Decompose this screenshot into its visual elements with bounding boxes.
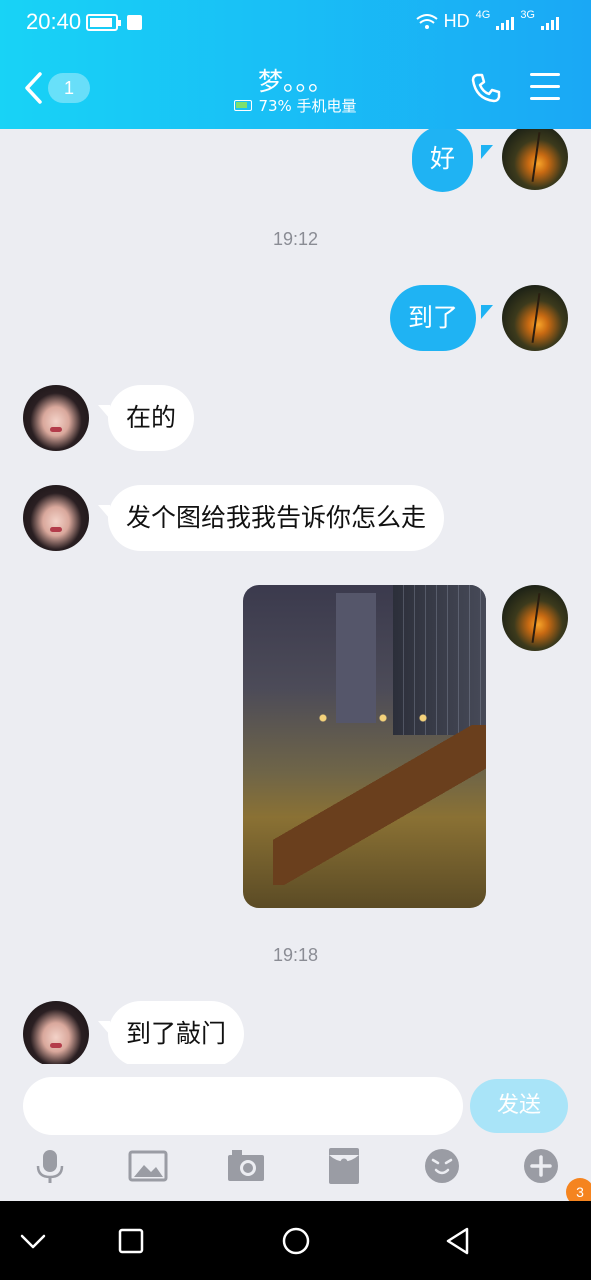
status-bar: 20:40 HD 4G 3G — [0, 0, 591, 44]
back-triangle-icon[interactable] — [442, 1225, 474, 1257]
message-text: 到了敲门 — [126, 1019, 227, 1048]
bubble-tail — [481, 145, 493, 159]
message-bubble-other[interactable]: 到了敲门 — [108, 1001, 245, 1064]
phone-battery-icon — [234, 100, 253, 111]
emoji-icon[interactable] — [422, 1146, 462, 1186]
status-indicators: HD 4G 3G — [416, 8, 559, 32]
message-bubble-self[interactable]: 到了 — [390, 285, 477, 351]
message-text: 好 — [430, 144, 456, 173]
timestamp: 19:18 — [272, 945, 319, 965]
message-bubble-self[interactable]: 好 — [412, 129, 474, 192]
contact-name[interactable]: 梦。。。 — [0, 62, 591, 98]
plus-icon[interactable] — [521, 1146, 561, 1186]
message-bubble-other[interactable]: 在的 — [108, 385, 195, 451]
signal-4g-icon — [496, 14, 515, 30]
signal-3g-icon — [541, 14, 559, 30]
battery-status-text: 73% 手机电量 — [258, 97, 357, 115]
message-input[interactable] — [23, 1077, 463, 1135]
input-bar: 发送 — [0, 1064, 591, 1201]
input-toolbar — [0, 1146, 591, 1190]
net-3g-label: 3G — [520, 8, 535, 21]
status-time: 20:40 — [26, 9, 82, 34]
photo-planters — [273, 725, 486, 885]
message-text: 发个图给我我告诉你怎么走 — [126, 503, 427, 532]
bubble-tail — [481, 305, 493, 319]
contact-avatar[interactable] — [23, 385, 89, 451]
phone-call-icon[interactable] — [470, 72, 502, 104]
contact-avatar[interactable] — [23, 1001, 89, 1064]
red-packet-icon[interactable] — [324, 1146, 364, 1186]
message-text: 到了 — [408, 303, 459, 332]
microphone-icon[interactable] — [30, 1146, 70, 1186]
self-avatar[interactable] — [502, 129, 568, 190]
hd-label: HD — [443, 11, 470, 31]
message-bubble-other[interactable]: 发个图给我我告诉你怎么走 — [108, 485, 445, 551]
message-list[interactable]: 好 19:12 到了 在的 发个图给我我告诉你怎么走 19:18 到了敲门 — [0, 129, 591, 1064]
chevron-down-icon[interactable] — [17, 1225, 49, 1257]
home-icon[interactable] — [280, 1225, 312, 1257]
image-icon[interactable] — [128, 1146, 168, 1186]
image-notification-icon — [127, 15, 142, 30]
self-avatar[interactable] — [502, 585, 568, 651]
recent-apps-icon[interactable] — [115, 1225, 147, 1257]
contact-avatar[interactable] — [23, 485, 89, 551]
system-navigation-bar — [0, 1201, 591, 1280]
message-text: 在的 — [126, 403, 177, 432]
timestamp: 19:12 — [272, 229, 319, 249]
send-button[interactable]: 发送 — [470, 1079, 568, 1133]
net-4g-label: 4G — [475, 8, 491, 21]
camera-icon[interactable] — [226, 1146, 266, 1186]
chat-header: 20:40 HD 4G 3G 1 梦。。。 73% 手机电量 — [0, 0, 591, 129]
self-avatar[interactable] — [502, 285, 568, 351]
wifi-icon — [416, 13, 438, 29]
contact-device-status: 73% 手机电量 — [0, 95, 591, 116]
image-message[interactable] — [243, 585, 486, 908]
menu-icon[interactable] — [530, 73, 560, 101]
battery-icon — [86, 14, 121, 31]
